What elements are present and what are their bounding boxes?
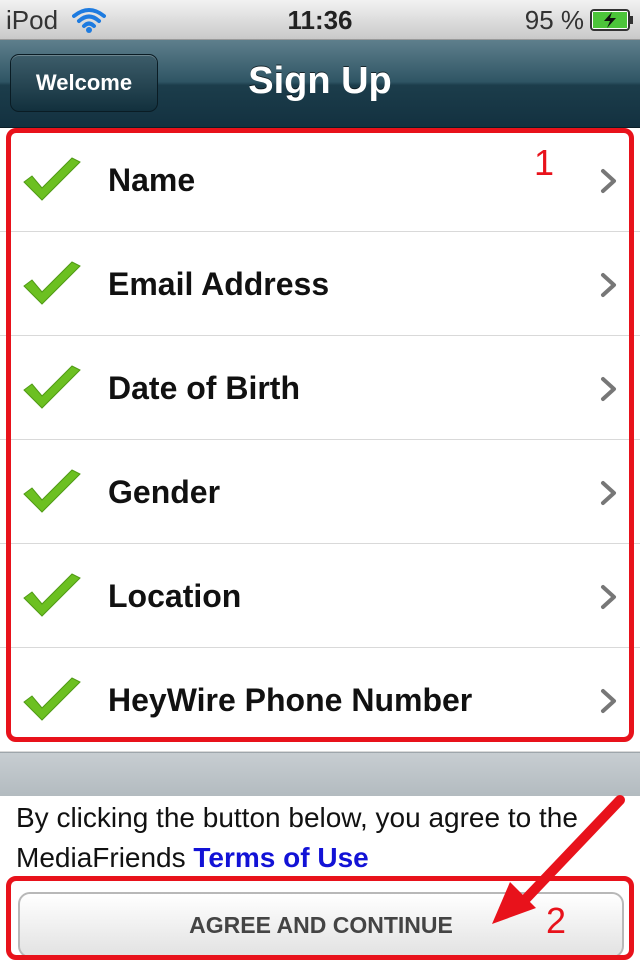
annotation-label-1: 1 [534, 142, 555, 183]
annotation-box-2 [6, 876, 634, 960]
status-bar: iPod 11:36 95 % [0, 0, 640, 40]
terms-of-use-link[interactable]: Terms of Use [193, 842, 368, 873]
battery-percentage: 95 % [524, 5, 584, 35]
annotation-box-1 [6, 128, 634, 742]
page-title: Sign Up [248, 60, 392, 102]
annotation-label-2: 2 [546, 900, 567, 941]
navigation-bar: Welcome Sign Up [0, 40, 640, 128]
battery-charging-icon [590, 9, 633, 31]
